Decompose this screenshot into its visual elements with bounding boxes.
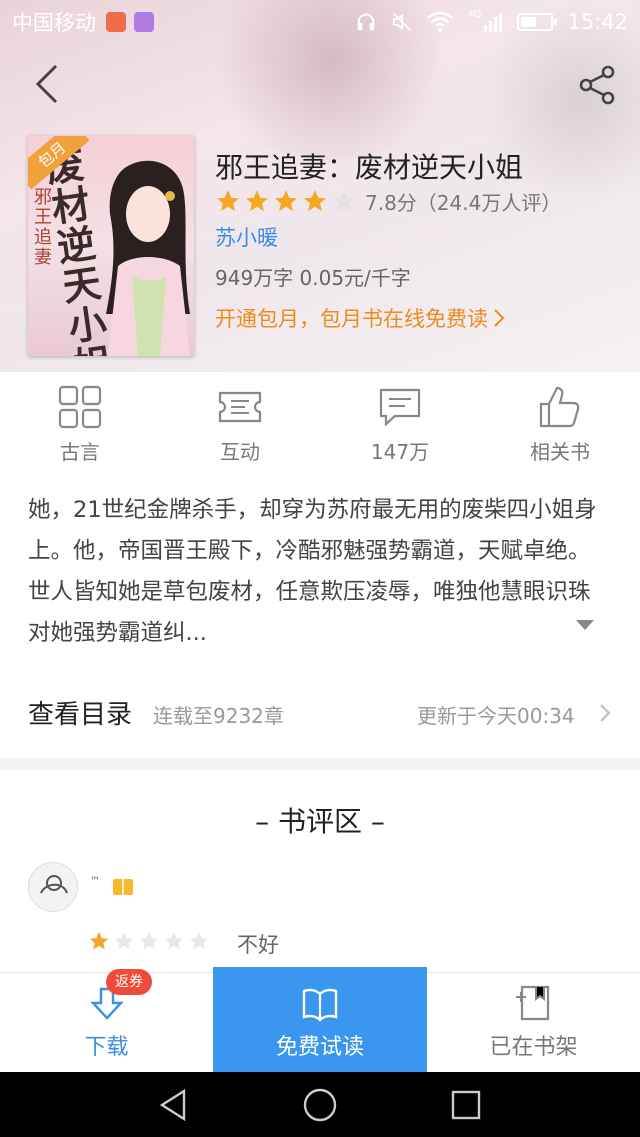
free-read-button[interactable]: 免费试读 — [213, 967, 427, 1073]
cover-subtitle: 邪王追妻 — [34, 187, 52, 268]
coupon-badge: 返券 — [106, 969, 152, 995]
monthly-promo-link[interactable]: 开通包月，包月书在线免费读 — [215, 303, 506, 333]
feature-row: 古言 互动 147万 相关书 — [0, 384, 640, 468]
star-filled-icon — [246, 190, 268, 211]
nav-recents-icon[interactable] — [448, 1087, 484, 1123]
back-arrow-icon[interactable] — [30, 62, 70, 106]
book-title: 邪王追妻：废材逆天小姐 — [215, 151, 524, 184]
system-nav-bar — [0, 1072, 640, 1137]
rating-stars — [215, 188, 360, 214]
free-read-label: 免费试读 — [275, 1035, 364, 1060]
comment-icon — [379, 388, 421, 427]
book-cover[interactable]: 废材逆天小姐 邪王追妻 包月 — [28, 136, 194, 356]
gallery-icon — [134, 12, 154, 32]
network-type: 4G — [467, 8, 482, 20]
bookshelf-label: 已在书架 — [489, 1035, 578, 1060]
battery-icon — [517, 13, 558, 31]
toc-chapters: 连载至9232章 — [153, 704, 284, 728]
feature-related[interactable]: 相关书 — [480, 384, 640, 468]
clock: 15:42 — [567, 10, 628, 34]
star-filled-icon — [275, 190, 297, 211]
star-empty-icon — [333, 190, 355, 211]
download-button[interactable]: 下载 返券 — [0, 969, 213, 1073]
star-empty-icon — [189, 931, 209, 950]
star-empty-icon — [114, 931, 134, 950]
chevron-right-icon — [600, 704, 611, 722]
section-divider — [0, 758, 640, 770]
bookshelf-icon — [515, 985, 549, 1021]
mute-icon — [393, 13, 412, 31]
open-book-icon — [302, 988, 338, 1022]
avatar-image — [29, 863, 77, 911]
review-stars — [88, 930, 213, 952]
book-description: 她，21世纪金牌杀手，却穿为苏府最无用的废柴四小姐身上。他，帝国晋王殿下，冷酷邪… — [28, 497, 597, 646]
wifi-icon — [427, 11, 454, 32]
ticket-icon — [218, 391, 262, 423]
notification-icon — [106, 12, 126, 32]
bottom-action-bar: 下载 返券 免费试读 已在书架 — [0, 967, 640, 1073]
star-empty-icon — [164, 931, 184, 950]
promo-label: 开通包月，包月书在线免费读 — [215, 307, 488, 331]
review-text: 不好 — [237, 933, 279, 957]
avatar[interactable] — [28, 862, 78, 912]
feature-genre[interactable]: 古言 — [0, 384, 160, 468]
rating-text: 7.8分（24.4万人评） — [365, 191, 562, 215]
headphone-icon — [358, 13, 375, 31]
feature-label: 古言 — [60, 440, 100, 464]
book-meta: 949万字 0.05元/千字 — [215, 266, 411, 290]
status-bar: 中国移动 4G 15:42 — [0, 0, 640, 44]
feature-label: 147万 — [370, 440, 430, 464]
feature-comments[interactable]: 147万 — [320, 384, 480, 468]
reviewer-name: ™ — [90, 876, 100, 887]
expand-arrow-icon[interactable] — [574, 618, 596, 632]
star-filled-icon — [304, 190, 326, 211]
star-filled-icon — [89, 931, 109, 950]
chevron-right-icon — [494, 309, 505, 327]
review-section-title: – 书评区 – — [255, 805, 385, 838]
carrier-label: 中国移动 — [12, 11, 96, 35]
bookshelf-button[interactable]: 已在书架 — [427, 973, 640, 1073]
feature-label: 互动 — [220, 440, 260, 464]
table-of-contents-row[interactable]: 查看目录 连载至9232章 更新于今天00:34 — [0, 686, 640, 740]
feature-label: 相关书 — [530, 440, 590, 464]
author-link[interactable]: 苏小暖 — [215, 222, 278, 252]
thumbs-up-icon — [539, 386, 580, 428]
star-empty-icon — [139, 931, 159, 950]
share-icon[interactable] — [576, 64, 618, 106]
signal-icon — [484, 13, 503, 32]
feature-interact[interactable]: 互动 — [160, 384, 320, 468]
download-label: 下载 — [84, 1035, 129, 1060]
nav-back-icon[interactable] — [156, 1087, 192, 1123]
toc-updated: 更新于今天00:34 — [417, 704, 575, 728]
grid-icon — [58, 385, 102, 429]
star-filled-icon — [217, 190, 239, 211]
nav-home-icon[interactable] — [302, 1087, 338, 1123]
vip-book-icon — [113, 879, 133, 895]
toc-label: 查看目录 — [28, 700, 133, 730]
